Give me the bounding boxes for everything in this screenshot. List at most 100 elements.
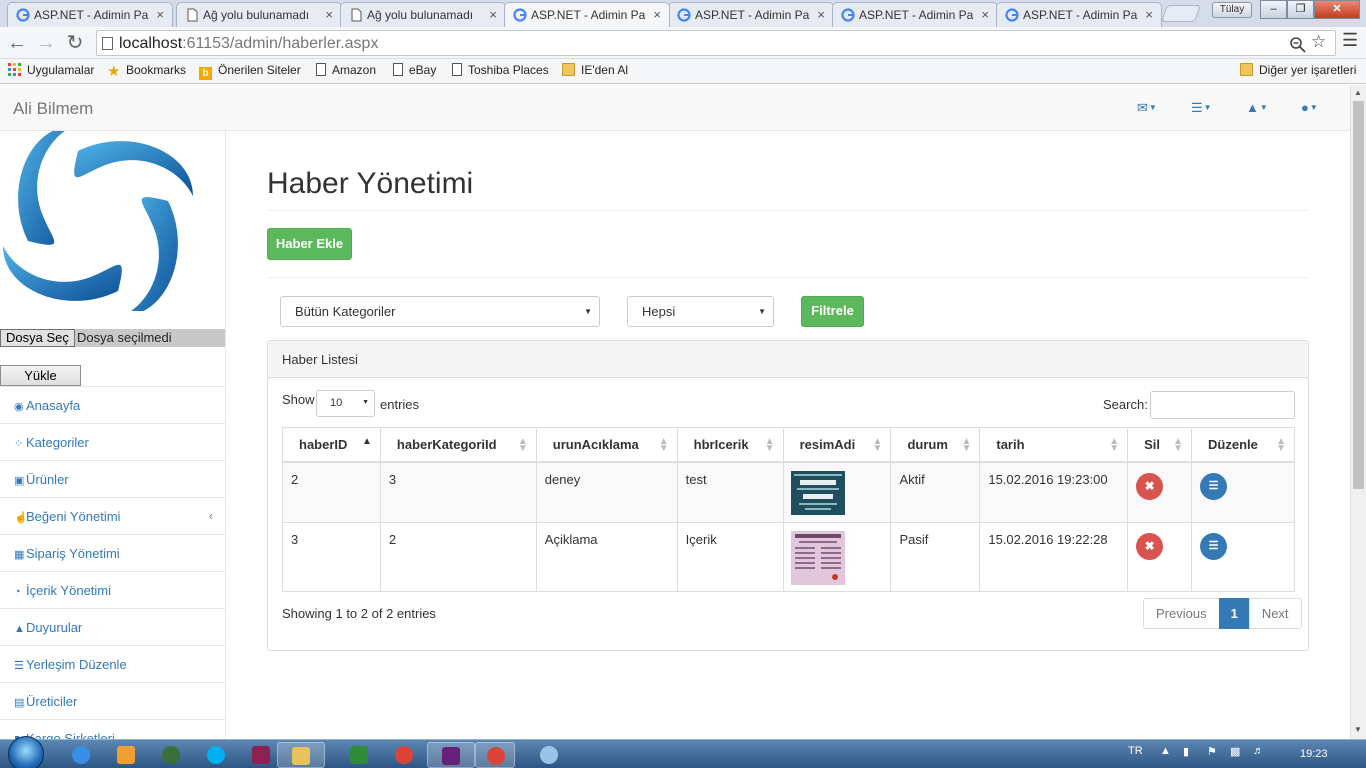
- delete-icon[interactable]: ✖: [1136, 533, 1164, 560]
- vertical-scrollbar[interactable]: ▲ ▼: [1350, 85, 1366, 739]
- close-tab-icon[interactable]: ×: [817, 7, 825, 22]
- column-header-durum[interactable]: durum ▲ ▼: [890, 427, 981, 463]
- column-header-duzenle[interactable]: Düzenle ▲ ▼: [1191, 427, 1295, 463]
- reload-icon[interactable]: ↻: [64, 32, 86, 54]
- taskbar-visual-studio[interactable]: [427, 742, 475, 768]
- address-bar[interactable]: localhost:61153/admin/haberler.aspx ☆: [96, 30, 1336, 56]
- sidebar-item-label: Duyurular: [26, 620, 83, 635]
- status-select[interactable]: Hepsi ▼: [627, 296, 774, 327]
- browser-tab[interactable]: Ağ yolu bulunamadı ×: [340, 2, 506, 27]
- bookmark-bookmarks[interactable]: ★ Bookmarks: [107, 63, 186, 79]
- bookmark-star-icon[interactable]: ☆: [1311, 32, 1326, 52]
- filter-button[interactable]: Filtrele: [801, 296, 864, 327]
- maximize-button[interactable]: ❐: [1287, 0, 1314, 19]
- new-tab-button[interactable]: [1160, 5, 1202, 22]
- upload-button[interactable]: Yükle: [0, 365, 81, 386]
- sidebar-item-icerik[interactable]: ◔ İçerik Yönetimi: [0, 571, 225, 608]
- bookmark-ebay[interactable]: eBay: [393, 63, 436, 77]
- start-button[interactable]: [8, 736, 44, 768]
- sidebar-item-duyurular[interactable]: ▲Duyurular: [0, 608, 225, 645]
- browser-tab[interactable]: ASP.NET - Adimin Pa ×: [832, 2, 998, 27]
- back-arrow-icon[interactable]: ←: [6, 32, 28, 54]
- browser-tab[interactable]: ASP.NET - Adimin Pa ×: [996, 2, 1162, 27]
- envelope-icon[interactable]: ✉▼: [1137, 100, 1157, 116]
- action-center-icon[interactable]: ⚑: [1207, 745, 1217, 758]
- user-icon[interactable]: ●▼: [1301, 100, 1318, 115]
- chevron-left-icon[interactable]: ‹: [209, 508, 213, 523]
- sidebar-item-siparis[interactable]: ▦ Sipariş Yönetimi: [0, 534, 225, 571]
- column-header-resim[interactable]: resimAdi ▲ ▼: [782, 427, 892, 463]
- profile-badge[interactable]: Tülay: [1212, 2, 1252, 18]
- forward-arrow-icon[interactable]: →: [35, 32, 57, 54]
- edit-list-icon[interactable]: ☰: [1200, 533, 1228, 560]
- sidebar-item-anasayfa[interactable]: ◉ Anasayfa: [0, 386, 225, 423]
- column-header-icerik[interactable]: hbrIcerik ▲ ▼: [676, 427, 784, 463]
- search-input[interactable]: [1150, 391, 1295, 419]
- close-tab-icon[interactable]: ×: [156, 7, 164, 22]
- add-news-button[interactable]: Haber Ekle: [267, 228, 352, 260]
- column-header-aciklama[interactable]: urunAcıklama ▲ ▼: [535, 427, 678, 463]
- column-header-haberid[interactable]: haberID ▲: [282, 427, 381, 463]
- bookmark-amazon[interactable]: Amazon: [316, 63, 376, 77]
- bing-icon: b: [199, 67, 212, 80]
- browser-tab[interactable]: Ağ yolu bulunamadı ×: [176, 2, 342, 27]
- battery-icon[interactable]: ▮: [1183, 745, 1189, 758]
- close-tab-icon[interactable]: ×: [653, 7, 661, 22]
- scroll-up-icon[interactable]: ▲: [1354, 88, 1362, 97]
- sidebar-item-kargo[interactable]: ▮Kargo Şirketleri: [0, 719, 225, 739]
- bell-icon[interactable]: ▲▼: [1246, 100, 1268, 115]
- minimize-button[interactable]: –: [1260, 0, 1287, 19]
- edit-list-icon[interactable]: ☰: [1200, 472, 1228, 500]
- menu-icon[interactable]: ☰: [1342, 30, 1358, 51]
- taskbar-chrome[interactable]: [375, 742, 435, 768]
- scrollbar-thumb[interactable]: [1353, 101, 1364, 489]
- sidebar-item-ureticiler[interactable]: ▤ Üreticiler: [0, 682, 225, 719]
- scroll-down-icon[interactable]: ▼: [1354, 725, 1362, 734]
- bookmarks-bar: Uygulamalar ★ Bookmarks b Önerilen Siteler…: [0, 59, 1366, 84]
- bookmark-toshiba[interactable]: Toshiba Places: [452, 63, 549, 77]
- close-tab-icon[interactable]: ×: [489, 7, 497, 22]
- sidebar-item-begeni[interactable]: ☝Beğeni Yönetimi ‹: [0, 497, 225, 534]
- cell-durum: Pasif: [890, 522, 981, 592]
- taskbar-explorer[interactable]: [277, 742, 325, 768]
- network-icon[interactable]: ▩: [1230, 745, 1240, 758]
- sidebar-item-urunler[interactable]: ▣ Ürünler: [0, 460, 225, 497]
- browser-tab[interactable]: ASP.NET - Adimin Pa ×: [7, 2, 173, 27]
- bookmark-other[interactable]: Diğer yer işaretleri: [1240, 63, 1356, 77]
- bookmark-ie-import[interactable]: IE'den Al: [562, 63, 628, 77]
- cell-duzenle: ☰: [1191, 522, 1295, 592]
- sidebar-item-kategoriler[interactable]: ⁘ Kategoriler: [0, 423, 225, 460]
- brand-title[interactable]: Ali Bilmem: [13, 99, 93, 119]
- zoom-icon[interactable]: [1289, 36, 1307, 54]
- language-indicator[interactable]: TR: [1128, 745, 1143, 757]
- bookmark-apps[interactable]: Uygulamalar: [8, 63, 94, 77]
- close-tab-icon[interactable]: ×: [1145, 7, 1153, 22]
- close-window-button[interactable]: ✕: [1314, 0, 1360, 19]
- column-header-tarih[interactable]: tarih ▲ ▼: [979, 427, 1129, 463]
- browser-tab-active[interactable]: ASP.NET - Adimin Pa ×: [504, 2, 670, 27]
- url-text[interactable]: localhost:61153/admin/haberler.aspx: [119, 35, 378, 53]
- page-length-select[interactable]: 10 ▼: [316, 390, 375, 417]
- category-select[interactable]: Bütün Kategoriler ▼: [280, 296, 600, 327]
- tasks-icon[interactable]: ☰▼: [1191, 100, 1212, 116]
- column-header-sil[interactable]: Sil ▲ ▼: [1127, 427, 1193, 463]
- tray-expand-icon[interactable]: ▲: [1160, 745, 1171, 757]
- bookmark-onerilen[interactable]: b Önerilen Siteler: [199, 63, 301, 80]
- previous-page-button[interactable]: Previous: [1143, 598, 1220, 629]
- cell-haberid: 2: [282, 461, 381, 523]
- clock[interactable]: 19:23: [1300, 748, 1328, 760]
- delete-icon[interactable]: ✖: [1136, 472, 1164, 500]
- close-tab-icon[interactable]: ×: [981, 7, 989, 22]
- choose-file-button[interactable]: Dosya Seç: [0, 329, 75, 347]
- column-header-kategori[interactable]: haberKategoriId ▲ ▼: [379, 427, 537, 463]
- volume-icon[interactable]: ♬: [1253, 745, 1264, 757]
- table-row: 2 3 deney test Aktif 15.02.2016 19:23:00…: [282, 461, 1295, 523]
- page-1-button[interactable]: 1: [1218, 598, 1250, 629]
- next-page-button[interactable]: Next: [1248, 598, 1302, 629]
- taskbar-chrome-active[interactable]: [475, 742, 515, 768]
- close-tab-icon[interactable]: ×: [325, 7, 333, 22]
- web-page: Ali Bilmem ✉▼ ☰▼ ▲▼ ●▼ Dosya Seç Dosya s…: [0, 85, 1350, 739]
- sidebar-item-yerlesim[interactable]: ☰ Yerleşim Düzenle: [0, 645, 225, 682]
- browser-tab[interactable]: ASP.NET - Adimin Pa ×: [668, 2, 834, 27]
- taskbar-paint[interactable]: [520, 742, 580, 768]
